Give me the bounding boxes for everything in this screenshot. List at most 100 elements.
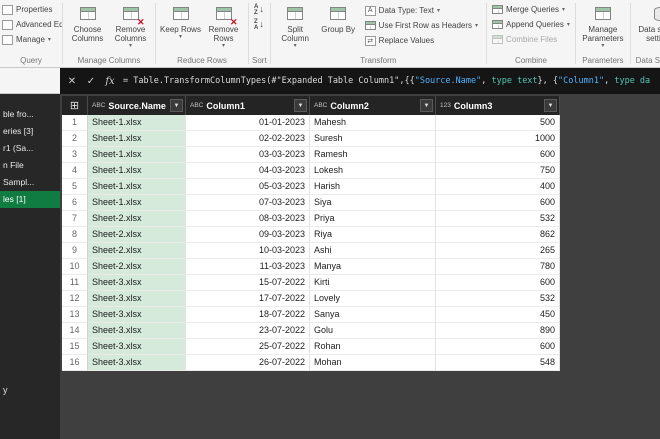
cell[interactable]: Sheet-3.xlsx [88, 355, 186, 371]
cell[interactable]: 600 [436, 195, 560, 211]
select-all-corner-button[interactable]: ⊞ [62, 96, 88, 115]
cell[interactable]: 02-02-2023 [186, 131, 310, 147]
data-source-settings-button[interactable]: Data source settings [634, 2, 660, 43]
cell[interactable]: 500 [436, 115, 560, 131]
cell[interactable]: Mohan [310, 355, 436, 371]
row-number[interactable]: 3 [62, 147, 88, 163]
cell[interactable]: 265 [436, 243, 560, 259]
replace-values-button[interactable]: ⇄ Replace Values [363, 33, 436, 48]
row-number[interactable]: 12 [62, 291, 88, 307]
cell[interactable]: Sheet-1.xlsx [88, 163, 186, 179]
cell[interactable]: Sheet-1.xlsx [88, 147, 186, 163]
cell[interactable]: Sheet-3.xlsx [88, 291, 186, 307]
cell[interactable]: Sheet-3.xlsx [88, 323, 186, 339]
formula-cancel-icon[interactable]: ✕ [66, 76, 78, 87]
cell[interactable]: 18-07-2022 [186, 307, 310, 323]
cell[interactable]: Sanya [310, 307, 436, 323]
cell[interactable]: Sheet-2.xlsx [88, 227, 186, 243]
cell[interactable]: 600 [436, 339, 560, 355]
cell[interactable]: Sheet-1.xlsx [88, 131, 186, 147]
sort-descending-button[interactable]: Z A ↓ [252, 17, 266, 32]
column-header-source-name[interactable]: ABC Source.Name ▼ [88, 96, 186, 115]
cell[interactable]: 05-03-2023 [186, 179, 310, 195]
cell[interactable]: Lokesh [310, 163, 436, 179]
cell[interactable]: 01-01-2023 [186, 115, 310, 131]
query-list-item[interactable]: n File [0, 157, 60, 174]
split-column-button[interactable]: Split Column ▾ [274, 2, 317, 49]
cell[interactable]: 09-03-2023 [186, 227, 310, 243]
cell[interactable]: Sheet-1.xlsx [88, 115, 186, 131]
cell[interactable]: 04-03-2023 [186, 163, 310, 179]
cell[interactable]: 11-03-2023 [186, 259, 310, 275]
query-list-item[interactable]: les [1] [0, 191, 60, 208]
column-header-column1[interactable]: ABC Column1 ▼ [186, 96, 310, 115]
cell[interactable]: 25-07-2022 [186, 339, 310, 355]
cell[interactable]: 600 [436, 275, 560, 291]
manage-parameters-button[interactable]: Manage Parameters ▾ [579, 2, 627, 49]
row-number[interactable]: 7 [62, 211, 88, 227]
cell[interactable]: 532 [436, 291, 560, 307]
cell[interactable]: 862 [436, 227, 560, 243]
query-list-item[interactable]: r1 (Sa... [0, 140, 60, 157]
row-number[interactable]: 1 [62, 115, 88, 131]
row-number[interactable]: 8 [62, 227, 88, 243]
cell[interactable]: Sheet-1.xlsx [88, 179, 186, 195]
cell[interactable]: 750 [436, 163, 560, 179]
cell[interactable]: Harish [310, 179, 436, 195]
cell[interactable]: Sheet-3.xlsx [88, 307, 186, 323]
cell[interactable]: Ramesh [310, 147, 436, 163]
row-number[interactable]: 10 [62, 259, 88, 275]
cell[interactable]: Rohan [310, 339, 436, 355]
group-by-button[interactable]: Group By [317, 2, 360, 34]
row-number[interactable]: 14 [62, 323, 88, 339]
append-queries-button[interactable]: Append Queries ▾ [490, 17, 572, 32]
cell[interactable]: Sheet-3.xlsx [88, 275, 186, 291]
cell[interactable]: Ashi [310, 243, 436, 259]
row-number[interactable]: 16 [62, 355, 88, 371]
keep-rows-button[interactable]: Keep Rows ▾ [159, 2, 202, 40]
manage-menu-button[interactable]: Manage ▾ [0, 32, 53, 47]
cell[interactable]: 07-03-2023 [186, 195, 310, 211]
cell[interactable]: 532 [436, 211, 560, 227]
choose-columns-button[interactable]: Choose Columns [66, 2, 109, 43]
cell[interactable]: 400 [436, 179, 560, 195]
row-number[interactable]: 15 [62, 339, 88, 355]
cell[interactable]: Riya [310, 227, 436, 243]
column-filter-button[interactable]: ▼ [170, 99, 183, 112]
formula-bar[interactable]: ✕ ✓ fx = Table.TransformColumnTypes(#"Ex… [60, 68, 660, 94]
row-number[interactable]: 13 [62, 307, 88, 323]
remove-columns-button[interactable]: ✕ Remove Columns ▾ [109, 2, 152, 49]
cell[interactable]: 548 [436, 355, 560, 371]
cell[interactable]: 450 [436, 307, 560, 323]
column-header-column3[interactable]: 123 Column3 ▼ [436, 96, 560, 115]
column-filter-button[interactable]: ▼ [544, 99, 557, 112]
query-list-item[interactable]: ble fro... [0, 106, 60, 123]
row-number[interactable]: 6 [62, 195, 88, 211]
cell[interactable]: Suresh [310, 131, 436, 147]
cell[interactable]: Sheet-2.xlsx [88, 243, 186, 259]
use-first-row-as-headers-button[interactable]: Use First Row as Headers ▾ [363, 18, 480, 33]
cell[interactable]: 1000 [436, 131, 560, 147]
cell[interactable]: 08-03-2023 [186, 211, 310, 227]
cell[interactable]: 890 [436, 323, 560, 339]
query-list-item[interactable]: Sampl... [0, 174, 60, 191]
column-filter-button[interactable]: ▼ [294, 99, 307, 112]
row-number[interactable]: 9 [62, 243, 88, 259]
column-filter-button[interactable]: ▼ [420, 99, 433, 112]
formula-commit-icon[interactable]: ✓ [85, 76, 97, 87]
row-number[interactable]: 2 [62, 131, 88, 147]
merge-queries-button[interactable]: Merge Queries ▾ [490, 2, 567, 17]
cell[interactable]: 600 [436, 147, 560, 163]
row-number[interactable]: 11 [62, 275, 88, 291]
cell[interactable]: Sheet-1.xlsx [88, 195, 186, 211]
fx-icon[interactable]: fx [104, 76, 116, 87]
cell[interactable]: 26-07-2022 [186, 355, 310, 371]
data-type-button[interactable]: A Data Type: Text ▾ [363, 3, 442, 18]
row-number[interactable]: 5 [62, 179, 88, 195]
cell[interactable]: Kirti [310, 275, 436, 291]
cell[interactable]: 23-07-2022 [186, 323, 310, 339]
cell[interactable]: 17-07-2022 [186, 291, 310, 307]
cell[interactable]: Sheet-2.xlsx [88, 211, 186, 227]
properties-button[interactable]: Properties [0, 2, 54, 17]
cell[interactable]: Manya [310, 259, 436, 275]
